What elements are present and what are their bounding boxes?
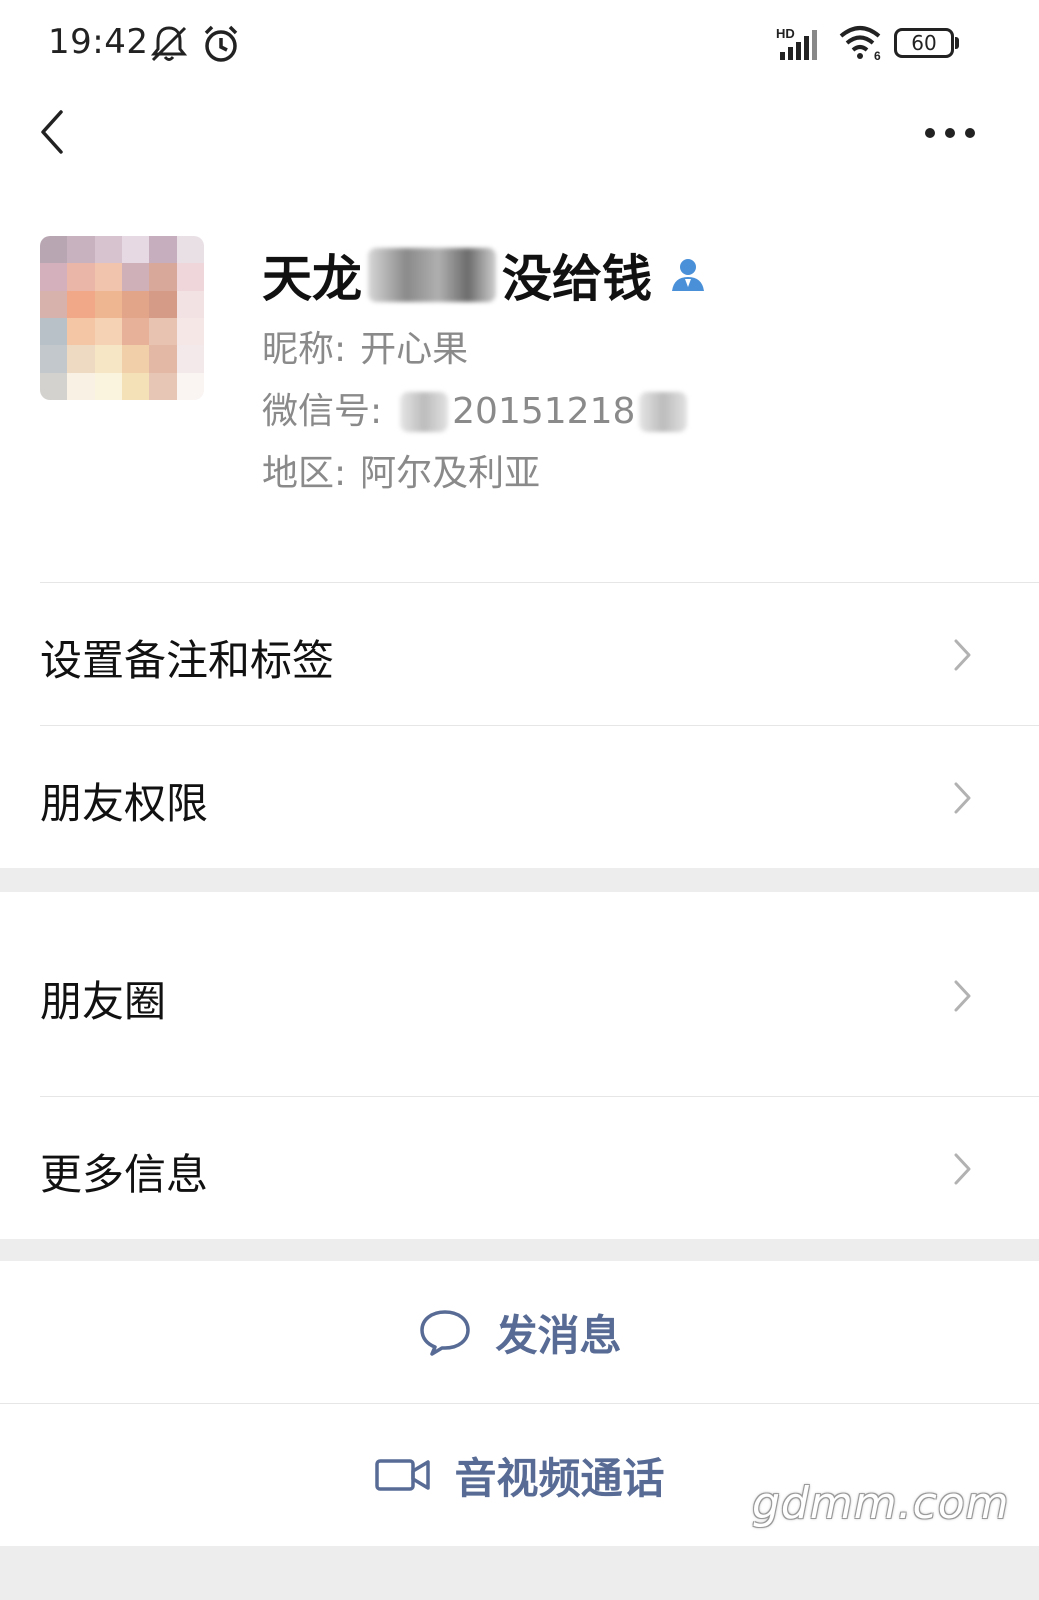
menu-item-friend-permissions[interactable]: 朋友权限 — [0, 726, 1039, 868]
wechat-id-line: 微信号: 20151218 — [262, 388, 691, 436]
status-time: 19:42 — [48, 22, 149, 62]
status-bar: 19:42 HD 6 60 — [0, 0, 1039, 88]
watermark: gdmm.com — [752, 1478, 1010, 1529]
menu-item-remark-tags[interactable]: 设置备注和标签 — [0, 583, 1039, 725]
chevron-right-icon — [954, 1153, 971, 1185]
menu-item-moments[interactable]: 朋友圈 — [0, 892, 1039, 1096]
battery-level: 60 — [911, 31, 937, 55]
nickname-line: 昵称: 开心果 — [262, 326, 468, 374]
profile-header: 天龙 没给钱 昵称: 开心果 微信号: 20151218 地区: 阿尔及利亚 — [0, 198, 1039, 594]
video-call-label: 音视频通话 — [454, 1453, 665, 1503]
chevron-left-icon — [41, 110, 63, 154]
chat-bubble-icon — [420, 1310, 471, 1356]
wechat-id-label: 微信号: — [262, 391, 383, 432]
name-redaction — [368, 248, 496, 302]
menu-item-label: 朋友圈 — [40, 977, 167, 1026]
section-separator — [0, 868, 1039, 892]
region-value: 阿尔及利亚 — [360, 453, 541, 494]
avatar[interactable] — [40, 236, 204, 400]
wechat-id-redaction-right — [639, 392, 688, 432]
display-name-suffix: 没给钱 — [502, 250, 652, 308]
battery-icon: 60 — [894, 28, 960, 58]
chevron-right-icon — [954, 639, 971, 671]
video-camera-icon — [375, 1459, 431, 1491]
nickname-label: 昵称: — [262, 329, 347, 370]
bottom-gray-area — [0, 1546, 1039, 1600]
send-message-button[interactable]: 发消息 — [0, 1261, 1039, 1403]
menu-item-more-info[interactable]: 更多信息 — [0, 1097, 1039, 1239]
wechat-id-redaction-left — [400, 392, 449, 432]
wifi-icon: 6 — [838, 24, 884, 66]
svg-text:HD: HD — [776, 26, 795, 41]
section-separator — [0, 1239, 1039, 1261]
wechat-id-value: 20151218 — [452, 391, 636, 432]
display-name-prefix: 天龙 — [262, 250, 362, 308]
mute-icon — [148, 24, 190, 68]
svg-text:6: 6 — [874, 49, 881, 62]
chevron-right-icon — [954, 980, 971, 1012]
nickname-value: 开心果 — [360, 329, 469, 370]
send-message-label: 发消息 — [495, 1310, 622, 1360]
contact-person-icon — [668, 255, 708, 295]
more-button[interactable] — [920, 108, 980, 158]
display-name: 天龙 没给钱 — [262, 240, 708, 310]
menu-item-label: 朋友权限 — [40, 779, 209, 828]
region-label: 地区: — [262, 453, 347, 494]
signal-icon: HD — [776, 26, 826, 66]
more-dots-icon — [925, 128, 975, 138]
menu-item-label: 更多信息 — [40, 1150, 209, 1199]
alarm-icon — [202, 24, 240, 68]
nav-bar — [0, 88, 1039, 198]
contact-profile-page: 19:42 HD 6 60 天龙 没给钱 昵称: 开心果 微信号: 201512… — [0, 0, 1039, 1600]
region-line: 地区: 阿尔及利亚 — [262, 450, 540, 498]
back-button[interactable] — [28, 102, 76, 162]
menu-item-label: 设置备注和标签 — [40, 636, 335, 685]
chevron-right-icon — [954, 782, 971, 814]
